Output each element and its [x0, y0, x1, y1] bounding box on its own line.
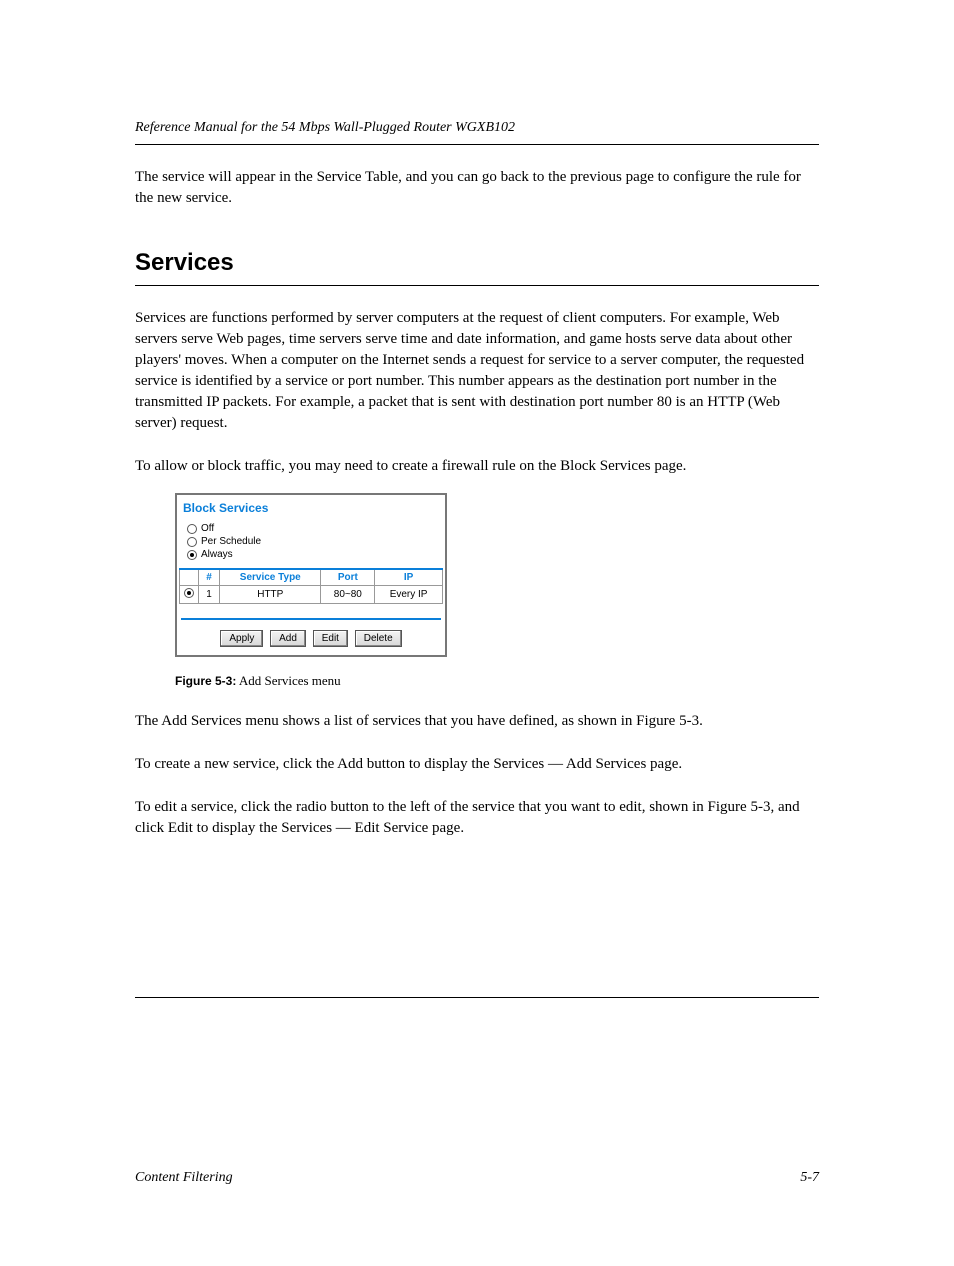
running-title: Reference Manual for the 54 Mbps Wall-Pl… — [135, 120, 819, 136]
col-port: Port — [321, 569, 375, 586]
row-service-type: HTTP — [220, 586, 321, 604]
firewall-note: To allow or block traffic, you may need … — [135, 456, 819, 477]
figure-reference: Figure 5-3 — [636, 713, 699, 729]
section-rule — [135, 285, 819, 286]
col-number: # — [199, 569, 220, 586]
figure-reference: Figure 5-3 — [708, 799, 771, 815]
col-select — [180, 569, 199, 586]
radio-icon — [187, 537, 197, 547]
row-port: 80~80 — [321, 586, 375, 604]
create-service-paragraph: To create a new service, click the Add b… — [135, 754, 819, 775]
radio-always-label: Always — [201, 549, 233, 560]
radio-per-schedule[interactable]: Per Schedule — [187, 536, 435, 547]
edit-service-paragraph: To edit a service, click the radio butto… — [135, 797, 819, 839]
section-heading-services: Services — [135, 249, 819, 277]
page-footer — [135, 999, 819, 1010]
add-button[interactable]: Add — [270, 630, 306, 647]
figure-caption: Figure 5-3: Add Services menu — [175, 673, 819, 689]
col-service-type: Service Type — [220, 569, 321, 586]
table-header-row: # Service Type Port IP — [180, 569, 443, 586]
apply-button[interactable]: Apply — [220, 630, 263, 647]
block-services-panel: Block Services Off Per Schedule Always #… — [175, 493, 447, 657]
page-footer-text: Content Filtering 5-7 — [135, 1170, 819, 1186]
schedule-radio-group: Off Per Schedule Always — [179, 523, 443, 568]
panel-separator — [181, 618, 441, 620]
radio-icon — [187, 550, 197, 560]
footer-page-number: 5-7 — [800, 1170, 819, 1186]
services-table: # Service Type Port IP 1 HTTP 80~80 Ever… — [179, 568, 443, 604]
defined-services-paragraph: The Add Services menu shows a list of se… — [135, 711, 819, 732]
row-number: 1 — [199, 586, 220, 604]
radio-off[interactable]: Off — [187, 523, 435, 534]
table-row[interactable]: 1 HTTP 80~80 Every IP — [180, 586, 443, 604]
figure-label: Figure 5-3: — [175, 674, 236, 688]
text: The Add Services menu shows a list of se… — [135, 713, 632, 729]
intro-paragraph: The service will appear in the Service T… — [135, 167, 819, 209]
footer-section-name: Content Filtering — [135, 1170, 233, 1186]
panel-title: Block Services — [179, 497, 443, 521]
edit-button[interactable]: Edit — [313, 630, 348, 647]
col-ip: IP — [375, 569, 443, 586]
row-radio[interactable] — [180, 586, 199, 604]
text-tail: . — [699, 713, 703, 729]
row-ip: Every IP — [375, 586, 443, 604]
radio-icon — [184, 588, 194, 598]
header-rule — [135, 144, 819, 145]
panel-buttons: Apply Add Edit Delete — [179, 630, 443, 653]
text-a: To edit a service, click the radio butto… — [135, 799, 704, 815]
radio-icon — [187, 524, 197, 534]
figure-text: Add Services menu — [236, 673, 340, 688]
radio-always[interactable]: Always — [187, 549, 435, 560]
radio-off-label: Off — [201, 523, 214, 534]
services-description: Services are functions performed by serv… — [135, 308, 819, 434]
delete-button[interactable]: Delete — [355, 630, 402, 647]
radio-per-schedule-label: Per Schedule — [201, 536, 261, 547]
